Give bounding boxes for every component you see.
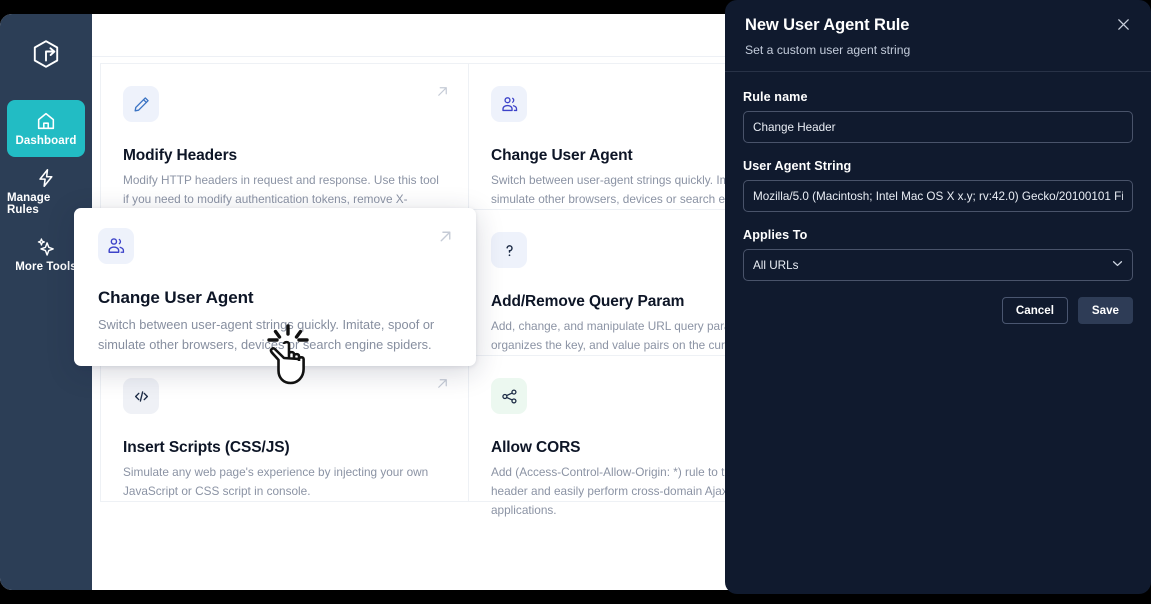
app-logo[interactable] [23,32,69,78]
hovered-card-title: Change User Agent [98,288,254,307]
modal-subtitle: Set a custom user agent string [745,43,911,57]
card-title: Add/Remove Query Param [491,293,685,310]
cancel-button[interactable]: Cancel [1001,297,1068,324]
tool-card-change-user-agent[interactable]: Change User Agent Switch between user-ag… [469,64,748,210]
rule-name-label: Rule name [743,90,808,104]
card-icon-wrap [98,228,134,264]
card-title: Insert Scripts (CSS/JS) [123,439,290,456]
pencil-icon [133,96,149,112]
modal-header: New User Agent Rule Set a custom user ag… [725,0,1151,72]
card-description: Switch between user-agent strings quickl… [491,173,748,207]
modal-title: New User Agent Rule [745,16,910,34]
applies-to-select[interactable]: All URLs [743,249,1133,281]
sidebar-item-dashboard-label: Dashboard [15,134,77,147]
tool-card-modify-headers[interactable]: Modify Headers Modify HTTP headers in re… [101,64,469,225]
user-agent-label: User Agent String [743,159,852,173]
card-icon-wrap [491,378,527,414]
users-icon [108,238,125,253]
requestly-hexagon-logo-icon [33,40,59,68]
screen: Dashboard Manage Rules More Tools Modify… [0,0,1151,604]
sidebar-item-manage-rules[interactable]: Manage Rules [7,163,85,220]
card-title: Allow CORS [491,439,581,456]
card-title: Modify Headers [123,147,238,164]
open-arrow-icon[interactable] [435,376,450,391]
open-arrow-icon[interactable] [437,228,454,245]
card-title: Change User Agent [491,147,633,164]
code-icon [134,390,148,402]
hovered-tool-card-change-user-agent[interactable]: Change User Agent Switch between user-ag… [74,208,476,366]
user-agent-field-group: User Agent String [743,159,1133,212]
card-icon-wrap [491,86,527,122]
sidebar-item-dashboard[interactable]: Dashboard [7,100,85,157]
card-icon-wrap [491,232,527,268]
open-arrow-icon[interactable] [435,84,450,99]
tool-card-query-param[interactable]: Add/Remove Query Param Add, change, and … [469,210,748,356]
tool-card-insert-scripts[interactable]: Insert Scripts (CSS/JS) Simulate any web… [101,356,469,502]
modal-body: Rule name User Agent String Applies To A… [725,72,1151,324]
tool-card-allow-cors[interactable]: Allow CORS Add (Access-Control-Allow-Ori… [469,356,748,517]
home-icon [37,112,55,129]
top-bar [92,14,748,57]
card-description: Add, change, and manipulate URL query pa… [491,319,748,353]
user-agent-input[interactable] [743,180,1133,212]
modal-actions: Cancel Save [743,297,1133,324]
sidebar-item-more-tools-label: More Tools [15,260,77,273]
close-button[interactable] [1113,14,1133,34]
rule-name-field-group: Rule name [743,90,1133,143]
sparkles-icon [37,238,54,256]
save-button[interactable]: Save [1077,297,1133,324]
close-icon [1117,18,1129,30]
share-icon [501,388,517,404]
applies-to-field-group: Applies To All URLs [743,228,1133,281]
hovered-card-description: Switch between user-agent strings quickl… [98,317,435,353]
bolt-icon [39,168,53,188]
query-param-icon [505,244,513,256]
applies-to-select-wrap: All URLs [743,249,1133,281]
card-icon-wrap [123,378,159,414]
rule-name-input[interactable] [743,111,1133,143]
new-user-agent-rule-modal: New User Agent Rule Set a custom user ag… [725,0,1151,594]
card-icon-wrap [123,86,159,122]
users-icon [501,96,517,111]
card-description: Simulate any web page's experience by in… [123,465,429,499]
card-description: Add (Access-Control-Allow-Origin: *) rul… [491,465,748,518]
applies-to-label: Applies To [743,228,808,242]
